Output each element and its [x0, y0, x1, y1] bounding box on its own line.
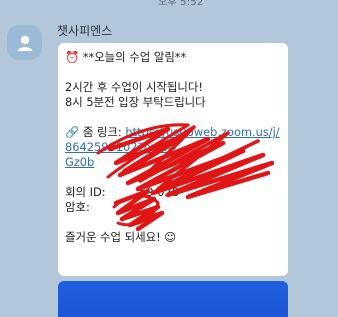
message-line: 8시 5분전 입장 부탁드립니다: [65, 95, 206, 109]
zoom-link[interactable]: 8642590102?pwd=: [65, 140, 177, 154]
zoom-link-label: 줌 링크:: [82, 125, 126, 139]
previous-message-timestamp: 오후 5:52: [158, 0, 204, 8]
zoom-link[interactable]: https://us06web.zoom.us/j/: [125, 125, 279, 139]
meeting-id-label: 회의 ID:: [65, 185, 110, 199]
zoom-link-line: 🔗 줌 링크: https://us06web.zoom.us/j/: [65, 125, 281, 140]
sender-name: 챗사피엔스: [57, 24, 113, 38]
password-label: 암호:: [65, 200, 90, 214]
zoom-link-line: Gz0b: [65, 155, 281, 170]
zoom-link-line: 8642590102?pwd=: [65, 140, 281, 155]
next-message-bubble[interactable]: [58, 281, 288, 317]
message-title: **오늘의 수업 알림**: [82, 50, 187, 64]
closing-line: 즐거운 수업 되세요! ☺: [65, 230, 177, 244]
meeting-id-line: 회의 ID: 59 028: [65, 185, 281, 200]
sender-avatar[interactable]: [7, 25, 42, 60]
meeting-id-value: 59 028: [139, 185, 180, 199]
link-icon: 🔗: [65, 125, 80, 139]
chat-area: 오후 5:52 챗사피엔스 ⏰ **오늘의 수업 알림** 2시간 후 수업이 …: [0, 0, 338, 317]
zoom-link[interactable]: Gz0b: [65, 155, 94, 169]
message-line: 2시간 후 수업이 시작됩니다!: [65, 80, 203, 94]
message-title-line: ⏰ **오늘의 수업 알림**: [65, 50, 281, 65]
person-silhouette-icon: [17, 35, 32, 51]
message-bubble[interactable]: ⏰ **오늘의 수업 알림** 2시간 후 수업이 시작됩니다! 8시 5분전 …: [58, 43, 288, 276]
password-line: 암호:: [65, 200, 281, 215]
alarm-clock-icon: ⏰: [65, 50, 80, 64]
